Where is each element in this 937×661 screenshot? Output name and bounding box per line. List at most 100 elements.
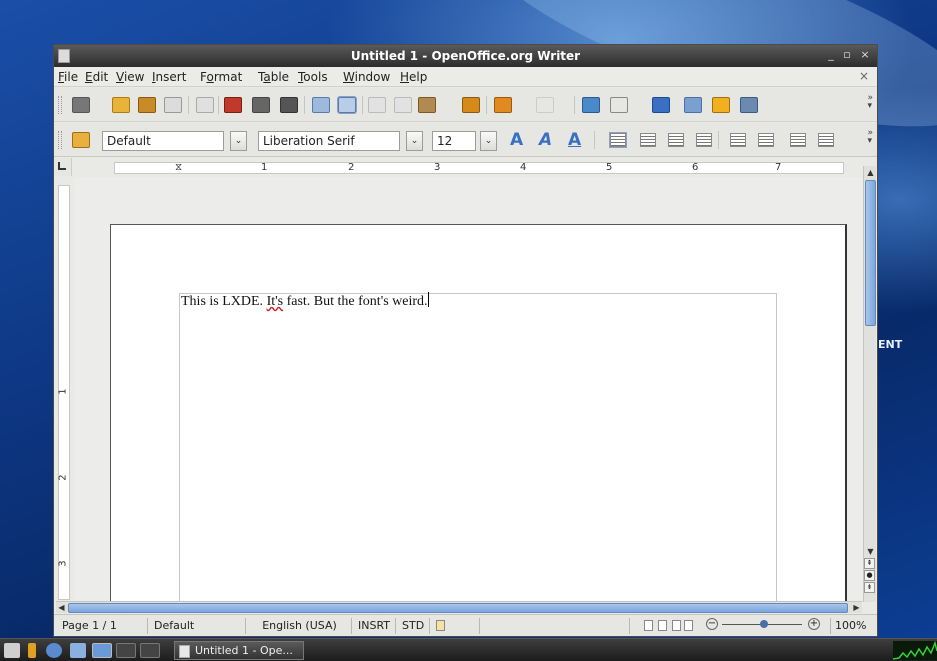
paragraph-style-dropdown[interactable]: ⌄ <box>230 131 247 151</box>
toolbar-grip[interactable] <box>58 96 62 114</box>
align-center-icon[interactable] <box>640 133 656 147</box>
zoom-slider-handle[interactable] <box>760 620 768 628</box>
table-icon[interactable] <box>610 97 628 113</box>
justify-icon[interactable] <box>696 133 712 147</box>
misspelled-word[interactable]: It's <box>267 294 284 309</box>
single-page-view-icon[interactable] <box>644 620 653 631</box>
multi-page-view-icon[interactable] <box>658 620 667 631</box>
email-document-icon[interactable] <box>164 97 182 113</box>
open-folder-icon[interactable] <box>112 97 130 113</box>
undo-icon[interactable] <box>494 97 512 113</box>
cut-icon[interactable] <box>368 97 386 113</box>
menu-edit[interactable]: Edit <box>85 70 108 84</box>
minimize-button[interactable]: _ <box>825 49 837 61</box>
browser-icon[interactable] <box>46 643 62 658</box>
hyperlink-icon[interactable] <box>582 97 600 113</box>
horizontal-ruler[interactable]: ⧖ 1 2 3 4 5 6 7 <box>114 162 844 174</box>
menu-window[interactable]: Window <box>343 70 390 84</box>
menu-table[interactable]: Table <box>258 70 289 84</box>
menu-view[interactable]: View <box>116 70 144 84</box>
numbering-icon[interactable] <box>730 133 746 147</box>
left-indent-marker[interactable]: ⧖ <box>175 162 182 173</box>
digital-signature-field[interactable] <box>450 618 480 634</box>
cpu-monitor[interactable] <box>892 640 937 660</box>
document-text[interactable]: This is LXDE. It's fast. But the font's … <box>181 292 429 310</box>
print-icon[interactable] <box>252 97 270 113</box>
menu-format[interactable]: Format <box>200 70 242 84</box>
toolbar-overflow-icon[interactable]: » ▾ <box>867 129 873 146</box>
language-indicator[interactable]: English (USA) <box>248 618 352 634</box>
zoom-level[interactable]: 100% <box>830 618 875 634</box>
bullets-icon[interactable] <box>758 133 774 147</box>
scroll-up-icon[interactable]: ▲ <box>865 167 876 178</box>
workspace-1-icon[interactable] <box>92 643 112 658</box>
next-page-icon[interactable]: ⇟ <box>864 582 875 593</box>
navigation-icon[interactable]: ● <box>864 570 875 581</box>
data-sources-icon[interactable] <box>740 97 758 113</box>
paste-icon[interactable] <box>418 97 436 113</box>
zoom-out-icon[interactable]: − <box>706 618 718 630</box>
export-pdf-icon[interactable] <box>224 97 242 113</box>
workspace-3-icon[interactable] <box>140 643 160 658</box>
menu-help[interactable]: Help <box>400 70 427 84</box>
horizontal-scroll-thumb[interactable] <box>68 603 848 613</box>
scroll-left-icon[interactable]: ◀ <box>56 602 67 613</box>
align-right-icon[interactable] <box>668 133 684 147</box>
increase-indent-icon[interactable] <box>818 133 834 147</box>
edit-file-icon[interactable] <box>196 97 214 113</box>
selection-mode-indicator[interactable]: STD <box>398 618 430 634</box>
redo-icon[interactable] <box>536 97 554 113</box>
title-bar[interactable]: Untitled 1 - OpenOffice.org Writer _ ▫ × <box>54 45 877 67</box>
new-document-icon[interactable] <box>72 97 90 113</box>
save-icon[interactable] <box>138 97 156 113</box>
navigator-icon[interactable] <box>684 97 702 113</box>
align-left-icon[interactable] <box>609 132 627 148</box>
font-size-dropdown[interactable]: ⌄ <box>480 131 497 151</box>
book-view-icon[interactable] <box>684 620 693 631</box>
font-name-dropdown[interactable]: ⌄ <box>406 131 423 151</box>
clone-formatting-icon[interactable] <box>462 97 480 113</box>
close-window-button[interactable]: × <box>859 49 871 61</box>
vertical-ruler[interactable]: 1 2 3 <box>58 185 70 600</box>
file-manager-icon[interactable] <box>28 643 36 658</box>
horizontal-scrollbar[interactable]: ◀ ▶ <box>56 601 862 613</box>
font-size-combo[interactable]: 12 <box>432 131 476 151</box>
start-menu-icon[interactable] <box>4 643 20 658</box>
spellcheck-icon[interactable] <box>312 97 330 113</box>
scroll-right-icon[interactable]: ▶ <box>851 602 862 613</box>
document-area[interactable]: This is LXDE. It's fast. But the font's … <box>74 177 864 601</box>
gallery-icon[interactable] <box>712 97 730 113</box>
underline-icon[interactable]: A <box>568 130 581 150</box>
copy-icon[interactable] <box>394 97 412 113</box>
taskbar-window-button[interactable]: Untitled 1 - Ope... <box>174 641 304 660</box>
decrease-indent-icon[interactable] <box>790 133 806 147</box>
toolbar-grip[interactable] <box>58 131 62 149</box>
workspace-2-icon[interactable] <box>116 643 136 658</box>
maximize-button[interactable]: ▫ <box>841 49 853 61</box>
show-desktop-icon[interactable] <box>70 643 86 658</box>
close-document-button[interactable]: × <box>859 69 869 83</box>
vertical-scroll-thumb[interactable] <box>865 180 876 326</box>
bold-icon[interactable]: A <box>510 130 523 150</box>
styles-formatting-icon[interactable] <box>72 132 90 148</box>
insert-mode-indicator[interactable]: INSRT <box>354 618 396 634</box>
page-indicator[interactable]: Page 1 / 1 <box>58 618 148 634</box>
previous-page-icon[interactable]: ⇞ <box>864 558 875 569</box>
show-draw-functions-icon[interactable] <box>652 97 670 113</box>
paragraph-style-combo[interactable]: Default <box>102 131 224 151</box>
zoom-in-icon[interactable]: + <box>808 618 820 630</box>
vertical-scrollbar[interactable]: ▲ ▼ <box>863 166 876 602</box>
menu-insert[interactable]: Insert <box>152 70 186 84</box>
toolbar-overflow-icon[interactable]: » ▾ <box>867 94 873 111</box>
document-page[interactable]: This is LXDE. It's fast. But the font's … <box>110 224 847 601</box>
menu-tools[interactable]: Tools <box>298 70 328 84</box>
multi-page-view-icon[interactable] <box>672 620 681 631</box>
menu-file[interactable]: File <box>58 70 78 84</box>
scroll-down-icon[interactable]: ▼ <box>865 546 876 557</box>
page-preview-icon[interactable] <box>280 97 298 113</box>
font-name-combo[interactable]: Liberation Serif <box>258 131 400 151</box>
italic-icon[interactable]: A <box>539 130 552 150</box>
page-style-indicator[interactable]: Default <box>150 618 246 634</box>
tab-stop-selector[interactable] <box>54 158 72 176</box>
auto-spellcheck-icon[interactable] <box>337 96 357 114</box>
